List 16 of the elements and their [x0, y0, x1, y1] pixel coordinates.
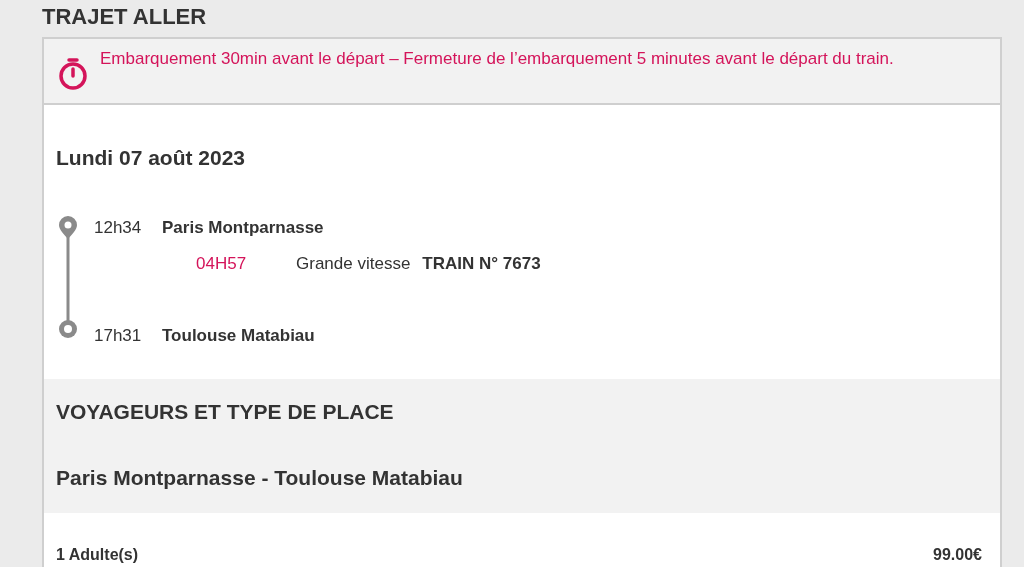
departure-station: Paris Montparnasse — [162, 217, 324, 239]
trip-duration: 04H57 — [196, 252, 248, 275]
arrival-station: Toulouse Matabiau — [162, 325, 315, 347]
train-category: Grande vitesse — [296, 252, 411, 275]
travellers-heading: VOYAGEURS ET TYPE DE PLACE — [56, 398, 395, 425]
train-number: TRAIN N° 7673 — [422, 252, 541, 275]
route-line-icon — [56, 215, 80, 341]
fare-price: 99.00€ — [933, 544, 982, 565]
notice-text: Embarquement 30min avant le départ – Fermeture de l’embarquement 5 minutes avant le départ du train. — [100, 48, 894, 70]
section-title: TRAJET ALLER — [42, 3, 208, 31]
stopwatch-icon — [56, 57, 90, 91]
travel-date: Lundi 07 août 2023 — [56, 145, 247, 171]
departure-time: 12h34 — [94, 217, 143, 239]
passenger-count: 1 Adulte(s) — [56, 544, 139, 565]
route-summary: Paris Montparnasse - Toulouse Matabiau — [56, 464, 464, 491]
arrival-time: 17h31 — [94, 325, 143, 347]
